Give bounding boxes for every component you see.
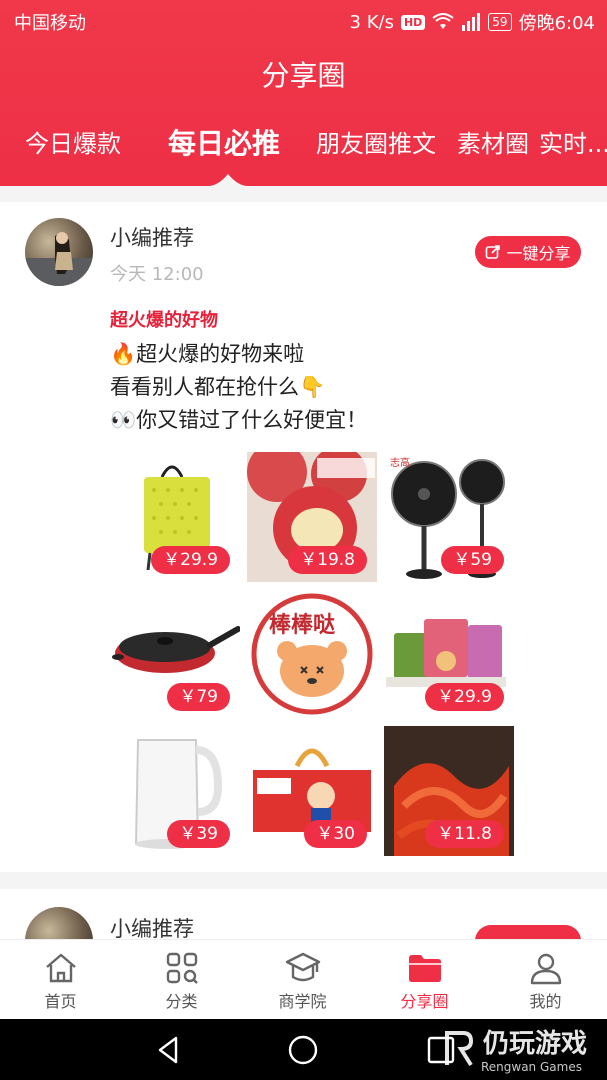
poster-name: 小编推荐 bbox=[110, 226, 194, 250]
page-title: 分享圈 bbox=[261, 59, 346, 92]
post-line: 👀你又错过了什么好便宜！ bbox=[110, 408, 368, 432]
tab-today-hot[interactable]: 今日爆款 bbox=[25, 124, 121, 164]
product-thumb[interactable]: ￥30 bbox=[247, 726, 377, 856]
tab-daily-recommend[interactable]: 每日必推 bbox=[168, 124, 280, 164]
system-nav-bar: 仍玩游戏 Rengwan Games bbox=[0, 1019, 607, 1080]
post-card: 小编推荐 今天 12:00 一键分享 超火爆的好物 🔥超火爆的好物来啦 看看别人… bbox=[0, 202, 607, 872]
wifi-icon bbox=[432, 13, 454, 29]
post-time: 今天 12:00 bbox=[110, 264, 204, 285]
product-thumb[interactable]: ￥29.9 bbox=[384, 589, 514, 719]
watermark-title: 仍玩游戏 bbox=[482, 1029, 587, 1059]
post-text: 🔥超火爆的好物来啦 看看别人都在抢什么👇 👀你又错过了什么好便宜！ bbox=[110, 338, 590, 437]
poster-name: 小编推荐 bbox=[110, 917, 194, 939]
price-badge: ￥11.8 bbox=[425, 820, 504, 848]
nav-mine[interactable]: 我的 bbox=[485, 940, 606, 1020]
price-badge: ￥29.9 bbox=[151, 546, 230, 574]
signal-icon bbox=[462, 13, 481, 31]
nav-home[interactable]: 首页 bbox=[0, 940, 121, 1020]
tab-bar: 今日爆款 每日必推 朋友圈推文 素材圈 实时... bbox=[0, 124, 607, 164]
avatar-photo bbox=[25, 232, 93, 286]
price-badge: ￥19.8 bbox=[288, 546, 367, 574]
folder-icon bbox=[408, 955, 441, 982]
academy-icon bbox=[285, 952, 320, 982]
price-badge: ￥39 bbox=[167, 820, 230, 848]
nav-label: 我的 bbox=[529, 992, 562, 1011]
watermark: 仍玩游戏 Rengwan Games bbox=[443, 1023, 587, 1074]
watermark-logo-icon bbox=[444, 1031, 473, 1067]
bottom-nav: 首页 分类 商学院 分享圈 我的 bbox=[0, 939, 607, 1019]
product-thumb[interactable]: 棒棒哒 bbox=[247, 589, 377, 719]
clock: 傍晚6:04 bbox=[518, 13, 595, 34]
avatar[interactable] bbox=[25, 907, 93, 939]
nav-category[interactable]: 分类 bbox=[121, 940, 242, 1020]
tab-moments-post[interactable]: 朋友圈推文 bbox=[316, 124, 436, 164]
product-thumb[interactable]: ￥39 bbox=[110, 726, 240, 856]
nav-label: 分类 bbox=[165, 992, 198, 1011]
one-click-share-button[interactable]: 一键分享 bbox=[475, 236, 581, 268]
post-line: 🔥超火爆的好物来啦 bbox=[110, 342, 305, 366]
product-thumb[interactable]: ￥79 bbox=[110, 589, 240, 719]
sticker-text: 棒棒哒 bbox=[269, 613, 336, 638]
product-thumb[interactable]: ￥11.8 bbox=[384, 726, 514, 856]
user-icon bbox=[530, 953, 561, 985]
post-tag: 超火爆的好物 bbox=[110, 310, 218, 331]
avatar[interactable] bbox=[25, 218, 93, 286]
post-line: 看看别人都在抢什么👇 bbox=[110, 375, 326, 399]
status-icons: 3 K/s HD 59 傍晚6:04 bbox=[350, 9, 595, 35]
nav-share-circle[interactable]: 分享圈 bbox=[364, 940, 485, 1020]
post-card: 小编推荐 bbox=[0, 889, 607, 939]
active-tab-indicator bbox=[208, 174, 248, 186]
category-icon bbox=[166, 952, 198, 984]
watermark-subtitle: Rengwan Games bbox=[480, 1060, 582, 1074]
product-thumb[interactable]: ￥19.8 bbox=[247, 452, 377, 582]
hd-badge: HD bbox=[400, 14, 426, 30]
battery-indicator: 59 bbox=[488, 13, 512, 31]
price-badge: ￥59 bbox=[441, 546, 504, 574]
carrier-label: 中国移动 bbox=[14, 13, 86, 34]
app-header: 中国移动 3 K/s HD 59 傍晚6:04 分享圈 今日爆款 每日必推 朋友… bbox=[0, 0, 607, 186]
status-bar: 中国移动 3 K/s HD 59 傍晚6:04 bbox=[0, 0, 607, 40]
price-badge: ￥79 bbox=[167, 683, 230, 711]
share-label: 一键分享 bbox=[506, 244, 571, 263]
tab-materials[interactable]: 素材圈 bbox=[457, 124, 529, 164]
tab-realtime[interactable]: 实时... bbox=[539, 124, 607, 164]
product-thumb[interactable]: 志高 ￥59 bbox=[384, 452, 514, 582]
price-badge: ￥29.9 bbox=[425, 683, 504, 711]
nav-academy[interactable]: 商学院 bbox=[242, 940, 363, 1020]
nav-label: 分享圈 bbox=[400, 992, 449, 1011]
back-icon[interactable] bbox=[152, 1033, 186, 1067]
home-icon bbox=[45, 953, 76, 983]
one-click-share-button[interactable] bbox=[475, 925, 581, 939]
share-icon bbox=[486, 245, 501, 259]
nav-label: 商学院 bbox=[278, 992, 327, 1011]
price-badge: ￥30 bbox=[304, 820, 367, 848]
nav-label: 首页 bbox=[44, 992, 77, 1011]
home-circle-icon[interactable] bbox=[286, 1033, 320, 1067]
brand-label: 志高 bbox=[390, 458, 410, 469]
product-thumb[interactable]: ￥29.9 bbox=[110, 452, 240, 582]
network-speed: 3 K/s bbox=[349, 11, 394, 33]
